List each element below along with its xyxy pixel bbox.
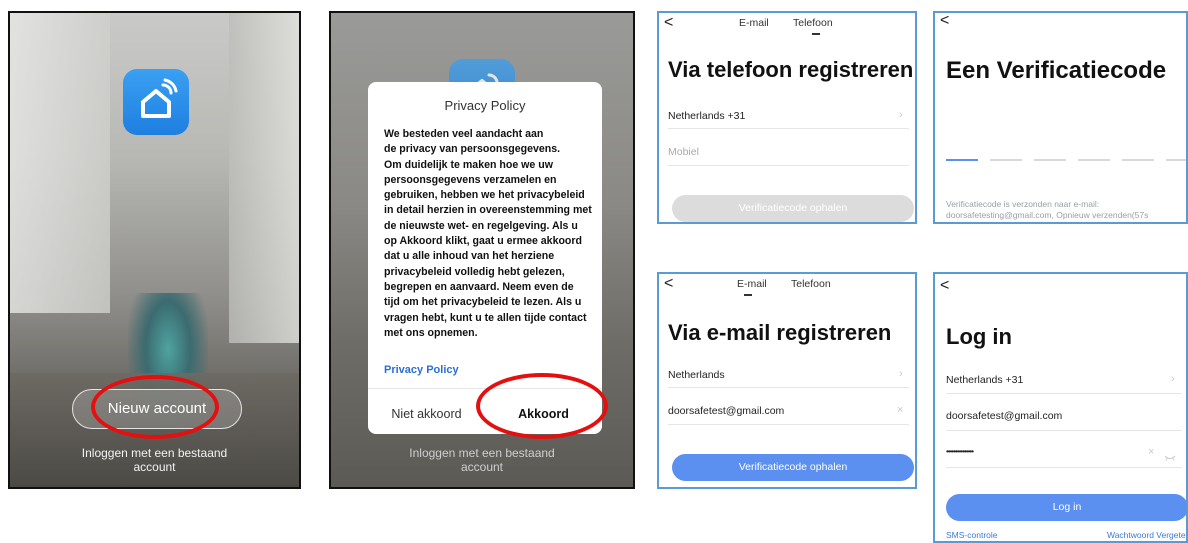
background-window xyxy=(10,13,110,313)
dialog-body: We besteden veel aandacht aan de privacy… xyxy=(384,127,599,341)
forgot-password-link[interactable]: Wachtwoord Vergeten xyxy=(1107,530,1186,540)
back-button[interactable]: < xyxy=(940,13,949,29)
country-selector[interactable]: Netherlands +31 xyxy=(668,110,745,122)
clear-icon[interactable]: × xyxy=(897,404,903,416)
country-selector[interactable]: Netherlands +31 xyxy=(946,374,1023,386)
dialog-line: de privacy van persoonsgegevens. xyxy=(384,143,561,156)
dialog-title: Privacy Policy xyxy=(444,98,526,113)
back-button[interactable]: < xyxy=(664,15,673,31)
dialog-line: persoonsgegevens verzamelen en xyxy=(384,173,557,186)
country-selector[interactable]: Netherlands xyxy=(668,369,725,381)
dialog-line: de nieuwste wet- en regelgeving. Als u xyxy=(384,219,578,232)
email-registration-screen: < E-mail Telefoon Via e-mail registreren… xyxy=(657,272,917,489)
mobile-input[interactable]: Mobiel xyxy=(668,146,699,158)
house-icon xyxy=(141,78,178,118)
smart-home-app-icon xyxy=(123,69,189,135)
password-input[interactable]: ••••••••••••••• xyxy=(946,447,974,456)
dialog-line: in detail herzien in overeenstemming met xyxy=(384,204,592,217)
back-button[interactable]: < xyxy=(940,278,949,294)
code-digit-3[interactable] xyxy=(1034,159,1066,161)
chevron-right-icon: › xyxy=(1171,373,1175,385)
active-tab-indicator xyxy=(744,294,752,296)
login-link-line1: Inloggen met een bestaand xyxy=(409,446,555,460)
dialog-line: privacybeleid volledig hebt gelezen, xyxy=(384,265,565,278)
login-link-line2: account xyxy=(133,460,176,474)
login-link-line2: account xyxy=(460,460,504,474)
code-digit-5[interactable] xyxy=(1122,159,1154,161)
verification-code-screen: < Een Verificatiecode Verificatiecode is… xyxy=(933,11,1188,224)
background-window xyxy=(229,13,299,343)
highlight-circle xyxy=(476,373,608,439)
highlight-circle xyxy=(91,375,219,439)
code-note-line1: Verificatiecode is verzonden naar e-mail… xyxy=(946,199,1100,209)
field-divider xyxy=(668,165,909,166)
dialog-line: dat u alle inhoud van het herziene xyxy=(384,250,555,263)
chevron-right-icon: › xyxy=(899,368,903,380)
page-title: Via e-mail registreren xyxy=(668,320,892,345)
welcome-screen: Nieuw account Inloggen met een bestaand … xyxy=(8,11,301,489)
dialog-line: Om duidelijk te maken hoe we uw xyxy=(384,158,553,171)
phone-registration-screen: < E-mail Telefoon Via telefoon registrer… xyxy=(657,11,917,224)
existing-account-login-link[interactable]: Inloggen met een bestaand account xyxy=(10,446,299,474)
tab-email[interactable]: E-mail xyxy=(739,17,769,29)
privacy-policy-link[interactable]: Privacy Policy xyxy=(384,364,459,376)
chevron-right-icon: › xyxy=(899,109,903,121)
field-divider xyxy=(668,128,909,129)
field-divider xyxy=(946,430,1182,431)
resend-link[interactable]: doorsafetesting@gmail.com, Opnieuw verze… xyxy=(946,210,1148,221)
code-sent-note: Verificatiecode is verzonden naar e-mail… xyxy=(946,199,1148,221)
page-title: Via telefoon registreren xyxy=(668,57,914,82)
dialog-line: tijd om het privacybeleid te lezen. Als … xyxy=(384,296,582,309)
sms-verification-link[interactable]: SMS-controle xyxy=(946,530,998,540)
page-title: Een Verificatiecode xyxy=(946,57,1167,84)
existing-account-login-link[interactable]: Inloggen met een bestaand account xyxy=(331,446,633,474)
dialog-line: We besteden veel aandacht aan xyxy=(384,128,544,140)
disagree-button[interactable]: Niet akkoord xyxy=(368,407,485,421)
dialog-line: met ons opnemen. xyxy=(384,326,478,339)
login-button[interactable]: Log in xyxy=(946,494,1186,521)
clear-icon[interactable]: × xyxy=(1148,446,1154,458)
back-button[interactable]: < xyxy=(664,276,673,292)
email-input[interactable]: doorsafetest@gmail.com xyxy=(946,410,1062,422)
tab-phone[interactable]: Telefoon xyxy=(791,278,831,290)
code-digit-6[interactable] xyxy=(1166,159,1186,161)
email-input[interactable]: doorsafetest@gmail.com xyxy=(668,405,784,417)
code-digit-1[interactable] xyxy=(946,159,978,161)
field-divider xyxy=(946,393,1182,394)
eye-closed-icon-svg xyxy=(1164,455,1176,461)
field-divider xyxy=(668,424,909,425)
dialog-line: op Akkoord klikt, gaat u ermee akkoord xyxy=(384,235,583,248)
eye-closed-icon[interactable] xyxy=(1164,449,1176,467)
login-link-line1: Inloggen met een bestaand xyxy=(81,446,228,460)
active-tab-indicator xyxy=(812,33,820,35)
field-divider xyxy=(668,387,909,388)
page-title: Log in xyxy=(946,324,1012,349)
code-digit-4[interactable] xyxy=(1078,159,1110,161)
tab-email[interactable]: E-mail xyxy=(737,278,767,290)
privacy-screen: Privacy Policy We besteden veel aandacht… xyxy=(329,11,635,489)
field-divider xyxy=(946,467,1182,468)
tab-phone[interactable]: Telefoon xyxy=(793,17,833,29)
dialog-line: gebruiken, hebben we het privacybeleid xyxy=(384,189,585,202)
get-code-button[interactable]: Verificatiecode ophalen xyxy=(672,195,914,222)
dialog-line: vragen hebt, kunt u te allen tijde conta… xyxy=(384,311,587,324)
get-code-button[interactable]: Verificatiecode ophalen xyxy=(672,454,914,481)
code-digit-2[interactable] xyxy=(990,159,1022,161)
login-screen: < Log in Netherlands +31 › doorsafetest@… xyxy=(933,272,1188,543)
dialog-line: begrepen en aanvaard. Neem even de xyxy=(384,280,574,293)
